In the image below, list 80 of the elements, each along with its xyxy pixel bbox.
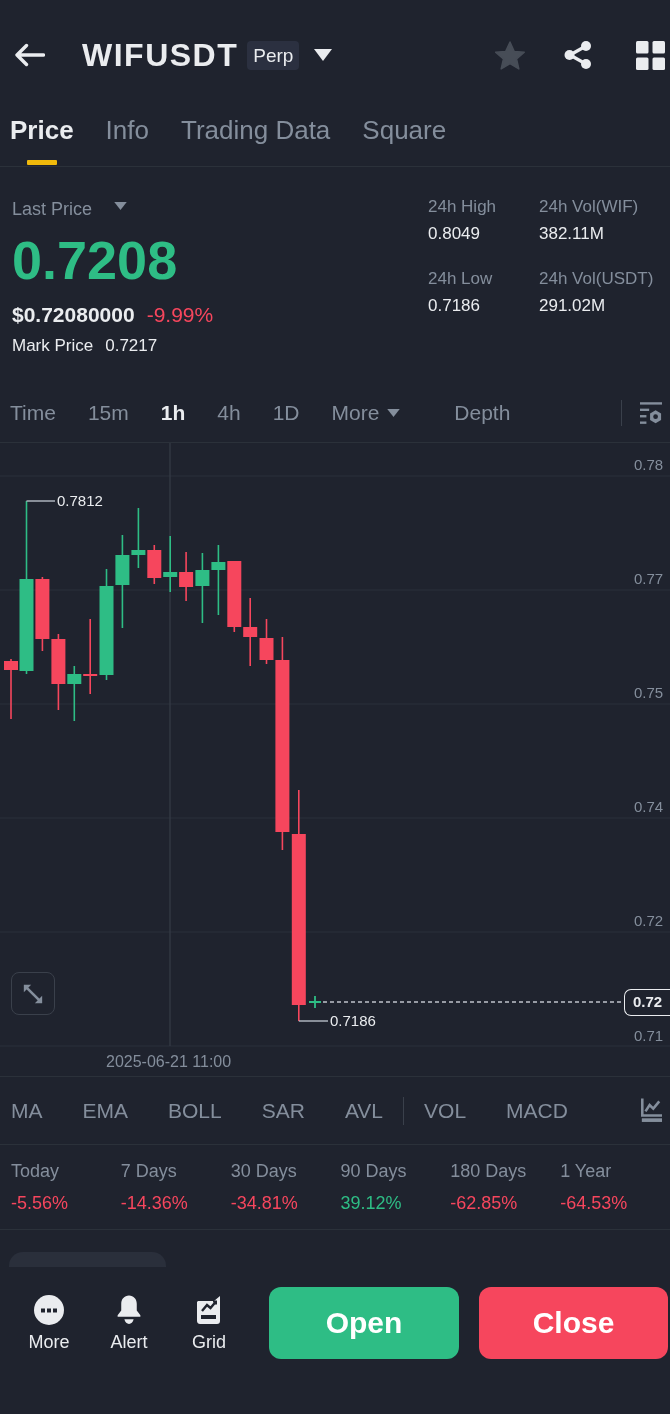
last-price: 0.7208: [12, 230, 179, 290]
low-price-leader: [298, 1020, 329, 1022]
last-price-label: Last Price: [12, 198, 93, 220]
period-label: 30 Days: [230, 1160, 298, 1182]
period-label: 1 Year: [560, 1160, 613, 1182]
candle: [67, 665, 82, 722]
indicator-tab[interactable]: BOLL: [168, 1097, 222, 1124]
action-button[interactable]: More: [9, 1287, 89, 1359]
stat-value: 0.7186: [428, 295, 481, 317]
interval-tab[interactable]: 15m: [87, 400, 129, 426]
mark-price-label: Mark Price: [12, 335, 94, 357]
tab[interactable]: Trading Data: [181, 103, 331, 166]
more-intervals-dropdown[interactable]: More: [331, 400, 401, 426]
interval-tab[interactable]: 1h: [160, 400, 186, 426]
back-arrow-icon[interactable]: [14, 43, 45, 67]
period-change: -14.36%: [120, 1192, 189, 1214]
period-label: 90 Days: [340, 1160, 408, 1182]
high-price-leader: [25, 500, 56, 502]
y-axis-label: 0.77: [634, 570, 664, 588]
interval-tab[interactable]: 1D: [272, 400, 300, 426]
share-icon[interactable]: [563, 40, 593, 70]
action-button[interactable]: Alert: [89, 1287, 169, 1359]
depth-tab[interactable]: Depth: [454, 400, 511, 426]
y-axis-label: 0.74: [634, 798, 664, 816]
open-position-button[interactable]: Open: [269, 1287, 459, 1359]
stat-value: 382.11M: [539, 223, 605, 245]
expand-button[interactable]: [11, 972, 55, 1015]
candle: [179, 551, 194, 602]
stat-value: 0.8049: [428, 223, 481, 245]
indicator-tab[interactable]: VOL: [424, 1097, 467, 1124]
pair-title: WIFUSDT: [82, 36, 239, 74]
plus-marker-icon: [308, 995, 322, 1009]
candle: [195, 552, 210, 624]
indicator-tab[interactable]: SAR: [261, 1097, 305, 1124]
usd-price: $0.72080000: [12, 302, 135, 328]
candle: [163, 535, 178, 593]
stat-label: 24h Vol(USDT): [539, 268, 655, 290]
contract-badge: Perp: [247, 40, 300, 70]
indicator-tab[interactable]: MACD: [506, 1097, 568, 1124]
chart-settings-icon[interactable]: [640, 400, 662, 426]
period-label: Today: [11, 1160, 61, 1182]
price-change: -9.99%: [146, 302, 214, 328]
chart-indicator-icon[interactable]: [640, 1098, 662, 1123]
candle: [211, 544, 226, 616]
indicator-tab[interactable]: MA: [11, 1097, 43, 1124]
tab[interactable]: Price: [10, 103, 74, 166]
star-icon[interactable]: [495, 40, 525, 70]
period-label: 180 Days: [450, 1160, 528, 1182]
period-label: 7 Days: [120, 1160, 178, 1182]
period-change: -34.81%: [230, 1192, 299, 1214]
indicator-tab[interactable]: AVL: [344, 1097, 384, 1124]
tab[interactable]: Square: [362, 103, 447, 166]
low-price-label: 0.7186: [330, 1012, 376, 1030]
tab[interactable]: Info: [105, 103, 149, 166]
period-change: -64.53%: [560, 1192, 629, 1214]
y-axis-label: 0.78: [634, 456, 664, 474]
stat-value: 291.02M: [539, 295, 607, 317]
stat-label: 24h High: [428, 196, 498, 218]
stat-label: 24h Low: [428, 268, 494, 290]
expand-icon: [22, 982, 44, 1005]
caret-down-icon[interactable]: [314, 49, 333, 61]
more-icon: [34, 1295, 64, 1325]
stat-label: 24h Vol(WIF): [539, 196, 640, 218]
period-change: 39.12%: [340, 1192, 403, 1214]
high-price-label: 0.7812: [57, 492, 103, 510]
action-button[interactable]: Grid: [169, 1287, 249, 1359]
crosshair-time-label: 2025-06-21 11:00: [106, 1051, 232, 1072]
y-axis-label: 0.71: [634, 1027, 664, 1045]
indicator-tab[interactable]: EMA: [82, 1097, 128, 1124]
period-change: -62.85%: [450, 1192, 519, 1214]
period-change: -5.56%: [11, 1192, 70, 1214]
mark-price: 0.7217: [105, 335, 158, 357]
caret-down-icon: [387, 409, 401, 417]
y-axis-label: 0.75: [634, 684, 664, 702]
close-position-button[interactable]: Close: [479, 1287, 668, 1359]
current-price-tag: 0.72: [624, 989, 670, 1016]
layout-grid-icon[interactable]: [636, 40, 665, 70]
interval-tab[interactable]: Time: [10, 400, 56, 426]
interval-tab[interactable]: 4h: [217, 400, 241, 426]
y-axis-label: 0.72: [634, 912, 664, 930]
